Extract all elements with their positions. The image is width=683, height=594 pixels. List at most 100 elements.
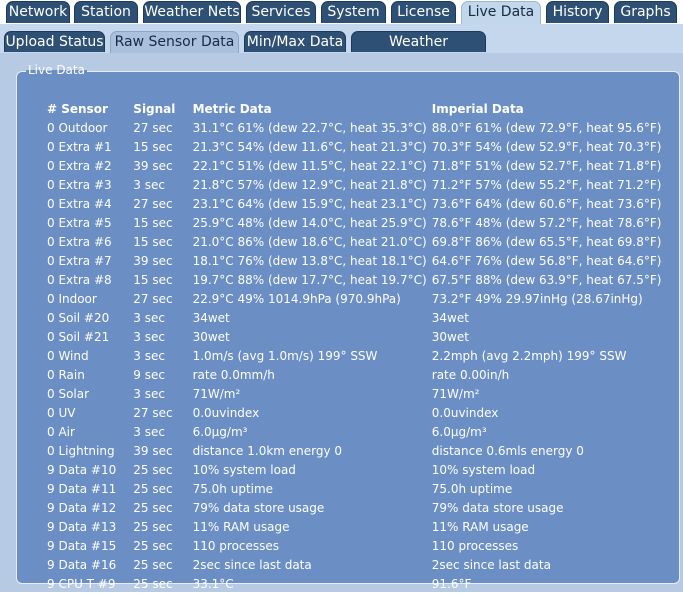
- imperial-cell: 69.8°F 86% (dew 65.5°F, heat 69.8°F): [431, 235, 662, 249]
- tab-live-data[interactable]: Live Data: [461, 1, 541, 24]
- table-row: 9 Data #16 25 sec 2sec since last data 2sec…: [44, 556, 679, 575]
- signal-cell: 15 sec: [133, 273, 173, 287]
- metric-cell: 75.0h uptime: [192, 482, 274, 496]
- sensor-cell: 0 Rain: [47, 368, 85, 382]
- column-header-imperial: Imperial Data: [431, 102, 524, 116]
- imperial-cell: 11% RAM usage: [431, 520, 529, 534]
- tab-license[interactable]: License: [391, 1, 456, 23]
- metric-cell: rate 0.0mm/h: [192, 368, 275, 382]
- metric-cell: 110 processes: [192, 539, 280, 553]
- sensor-cell: 9 Data #15: [47, 539, 117, 553]
- table-row: 0 Extra #2 39 sec 22.1°C 51% (dew 11.5°C, …: [44, 157, 679, 176]
- table-row: 0 Rain 9 sec rate 0.0mm/h rate 0.00in/h: [44, 366, 679, 385]
- subtab-upload-status[interactable]: Upload Status: [4, 31, 105, 52]
- table-row: 9 Data #13 25 sec 11% RAM usage 11% RAM usa…: [44, 518, 679, 537]
- tab-services[interactable]: Services: [246, 1, 316, 23]
- live-data-panel: # Sensor Signal Metric Data Imperial Dat…: [16, 71, 680, 591]
- imperial-cell: 88.0°F 61% (dew 72.9°F, heat 95.6°F): [431, 121, 662, 135]
- signal-cell: 3 sec: [133, 178, 165, 192]
- imperial-cell: 91.6°F: [431, 577, 472, 591]
- column-header-sensor: # Sensor: [47, 102, 108, 116]
- sensor-cell: 0 Lightning: [47, 444, 115, 458]
- imperial-cell: distance 0.6mls energy 0: [431, 444, 584, 458]
- imperial-cell: 2sec since last data: [431, 558, 551, 572]
- metric-cell: 1.0m/s (avg 1.0m/s) 199° SSW: [192, 349, 378, 363]
- content-area: # Sensor Signal Metric Data Imperial Dat…: [0, 53, 683, 592]
- metric-cell: 18.1°C 76% (dew 13.8°C, heat 18.1°C): [192, 254, 427, 268]
- sensor-cell: 0 Soil #20: [47, 311, 110, 325]
- signal-cell: 3 sec: [133, 387, 165, 401]
- imperial-cell: rate 0.00in/h: [431, 368, 510, 382]
- sensor-cell: 9 CPU T #9: [47, 577, 116, 591]
- sensor-cell: 0 Indoor: [47, 292, 97, 306]
- tab-system[interactable]: System: [321, 1, 386, 23]
- metric-cell: 6.0µg/m³: [192, 425, 248, 439]
- signal-cell: 25 sec: [133, 482, 173, 496]
- imperial-cell: 110 processes: [431, 539, 519, 553]
- metric-cell: 22.1°C 51% (dew 11.5°C, heat 22.1°C): [192, 159, 427, 173]
- imperial-cell: 67.5°F 88% (dew 63.9°F, heat 67.5°F): [431, 273, 662, 287]
- metric-cell: 31.1°C 61% (dew 22.7°C, heat 35.3°C): [192, 121, 427, 135]
- column-header-signal: Signal: [133, 102, 176, 116]
- imperial-cell: 2.2mph (avg 2.2mph) 199° SSW: [431, 349, 627, 363]
- signal-cell: 27 sec: [133, 406, 173, 420]
- tab-graphs[interactable]: Graphs: [614, 1, 677, 23]
- imperial-cell: 71.2°F 57% (dew 55.2°F, heat 71.2°F): [431, 178, 662, 192]
- sensor-cell: 0 Extra #8: [47, 273, 112, 287]
- imperial-cell: 78.6°F 48% (dew 57.2°F, heat 78.6°F): [431, 216, 662, 230]
- signal-cell: 3 sec: [133, 330, 165, 344]
- tab-station[interactable]: Station: [74, 1, 138, 23]
- sensor-cell: 0 Extra #5: [47, 216, 112, 230]
- imperial-cell: 0.0uvindex: [431, 406, 499, 420]
- metric-cell: 10% system load: [192, 463, 296, 477]
- signal-cell: 25 sec: [133, 577, 173, 591]
- signal-cell: 3 sec: [133, 311, 165, 325]
- table-row: 9 Data #10 25 sec 10% system load 10% syste…: [44, 461, 679, 480]
- subtab-min-max-data[interactable]: Min/Max Data: [244, 31, 346, 52]
- table-row: 0 Lightning 39 sec distance 1.0km energy 0…: [44, 442, 679, 461]
- subtab-weather-dashboard[interactable]: Weather Dashboard: [351, 31, 486, 70]
- table-row: 0 Solar 3 sec 71W/m² 71W/m²: [44, 385, 679, 404]
- tab-history[interactable]: History: [546, 1, 609, 23]
- sensor-cell: 9 Data #10: [47, 463, 117, 477]
- subtab-raw-sensor-data[interactable]: Raw Sensor Data: [110, 31, 239, 53]
- imperial-cell: 30wet: [431, 330, 469, 344]
- table-row: 0 Soil #20 3 sec 34wet 34wet: [44, 309, 679, 328]
- sensor-cell: 0 Extra #4: [47, 197, 112, 211]
- tab-weather-nets[interactable]: Weather Nets: [143, 1, 241, 23]
- metric-cell: 34wet: [192, 311, 230, 325]
- signal-cell: 15 sec: [133, 140, 173, 154]
- sensor-cell: 9 Data #12: [47, 501, 117, 515]
- metric-cell: 25.9°C 48% (dew 14.0°C, heat 25.9°C): [192, 216, 427, 230]
- imperial-cell: 73.2°F 49% 29.97inHg (28.67inHg): [431, 292, 643, 306]
- table-row: 0 UV 27 sec 0.0uvindex 0.0uvindex: [44, 404, 679, 423]
- signal-cell: 15 sec: [133, 235, 173, 249]
- sensor-cell: 0 Soil #21: [47, 330, 110, 344]
- table-row: 9 Data #15 25 sec 110 processes 110 process…: [44, 537, 679, 556]
- imperial-cell: 79% data store usage: [431, 501, 564, 515]
- main-tab-bar: Network Station Weather Nets Services Sy…: [0, 0, 683, 24]
- table-row: 0 Extra #1 15 sec 21.3°C 54% (dew 11.6°C, …: [44, 138, 679, 157]
- metric-cell: 21.8°C 57% (dew 12.9°C, heat 21.8°C): [192, 178, 427, 192]
- imperial-cell: 10% system load: [431, 463, 536, 477]
- table-row: 0 Extra #7 39 sec 18.1°C 76% (dew 13.8°C, …: [44, 252, 679, 271]
- imperial-cell: 6.0µg/m³: [431, 425, 487, 439]
- signal-cell: 25 sec: [133, 539, 173, 553]
- metric-cell: 79% data store usage: [192, 501, 325, 515]
- sensor-cell: 0 Solar: [47, 387, 90, 401]
- signal-cell: 25 sec: [133, 520, 173, 534]
- metric-cell: distance 1.0km energy 0: [192, 444, 343, 458]
- column-header-metric: Metric Data: [192, 102, 272, 116]
- metric-cell: 21.0°C 86% (dew 18.6°C, heat 21.0°C): [192, 235, 427, 249]
- signal-cell: 3 sec: [133, 425, 165, 439]
- sensor-cell: 9 Data #16: [47, 558, 117, 572]
- table-row: 0 Outdoor 27 sec 31.1°C 61% (dew 22.7°C, h…: [44, 119, 679, 138]
- sensor-table: # Sensor Signal Metric Data Imperial Dat…: [44, 100, 679, 594]
- sensor-cell: 0 Air: [47, 425, 75, 439]
- signal-cell: 39 sec: [133, 254, 173, 268]
- tab-network[interactable]: Network: [6, 1, 70, 23]
- imperial-cell: 70.3°F 54% (dew 52.9°F, heat 70.3°F): [431, 140, 662, 154]
- imperial-cell: 64.6°F 76% (dew 56.8°F, heat 64.6°F): [431, 254, 662, 268]
- signal-cell: 27 sec: [133, 292, 173, 306]
- imperial-cell: 71W/m²: [431, 387, 480, 401]
